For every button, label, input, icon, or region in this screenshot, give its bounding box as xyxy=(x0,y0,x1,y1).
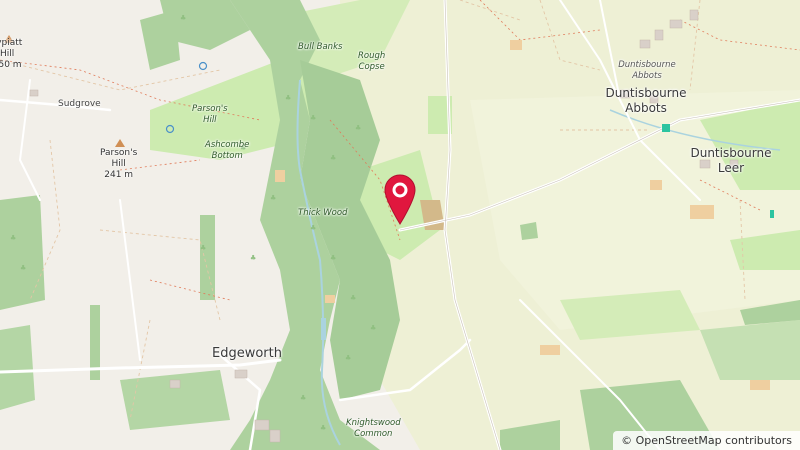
svg-text:♣: ♣ xyxy=(310,114,316,122)
ashcombe-line-1: Ashcombe xyxy=(205,140,250,150)
svg-text:♣: ♣ xyxy=(250,254,256,262)
rough-copse-line-1: Rough xyxy=(358,51,386,61)
feature-bull-banks: Bull Banks xyxy=(298,42,343,52)
feature-knightswood-common: Knightswood Common xyxy=(346,418,401,440)
svg-text:♣: ♣ xyxy=(180,14,186,22)
place-duntisbourne-abbots: Duntisbourne Abbots xyxy=(604,86,688,116)
attribution-text[interactable]: © OpenStreetMap contributors xyxy=(621,434,792,447)
peak-lypiatt-label: Lypiatt Hill 250 m xyxy=(0,38,22,71)
attribution: © OpenStreetMap contributors xyxy=(613,431,800,450)
peak-parsons-label: Parson's Hill 241 m xyxy=(100,148,137,181)
svg-text:♣: ♣ xyxy=(355,124,361,132)
svg-text:♣: ♣ xyxy=(20,264,26,272)
place-duntisbourne-leer: Duntisbourne Leer xyxy=(686,146,776,176)
feature-rough-copse: Rough Copse xyxy=(358,51,385,73)
svg-text:♣: ♣ xyxy=(200,244,206,252)
duntisbourne-leer-line-1: Duntisbourne xyxy=(690,146,772,160)
parsons-name-line-1: Parson's xyxy=(100,148,138,158)
lypiatt-name-line-2: Hill xyxy=(0,49,15,59)
svg-text:♣: ♣ xyxy=(300,394,306,402)
svg-text:♣: ♣ xyxy=(350,294,356,302)
feature-thick-wood: Thick Wood xyxy=(298,208,348,218)
duntisbourne-abbots-small-line-2: Abbots xyxy=(632,71,662,81)
parsons-elevation: 241 m xyxy=(104,170,134,180)
rough-copse-line-2: Copse xyxy=(358,62,385,72)
svg-text:♣: ♣ xyxy=(330,154,336,162)
duntisbourne-leer-line-2: Leer xyxy=(717,161,745,175)
feature-ashcombe-bottom: Ashcombe Bottom xyxy=(205,140,249,162)
svg-text:♣: ♣ xyxy=(10,234,16,242)
place-sudgrove: Sudgrove xyxy=(58,99,101,109)
place-duntisbourne-abbots-small: Duntisbourne Abbots xyxy=(612,60,682,82)
map-canvas[interactable]: ♣ ♣ ♣ ♣ ♣ ♣ ♣ ♣ ♣ ♣ ♣ ♣ ♣ ♣ ♣ ♣ ♣ ♣ Edgeworth Sudgro… xyxy=(0,0,800,450)
parsons-name-line-2: Hill xyxy=(111,159,126,169)
svg-text:♣: ♣ xyxy=(330,254,336,262)
lypiatt-name-line-1: Lypiatt xyxy=(0,38,23,48)
duntisbourne-abbots-line-1: Duntisbourne xyxy=(605,86,687,100)
svg-text:♣: ♣ xyxy=(270,194,276,202)
knightswood-line-1: Knightswood xyxy=(346,418,401,428)
parsons-hill-wood-line-2: Hill xyxy=(203,115,217,125)
place-edgeworth: Edgeworth xyxy=(212,346,282,361)
lypiatt-elevation: 250 m xyxy=(0,60,22,70)
parsons-hill-wood-line-1: Parson's xyxy=(192,104,228,114)
duntisbourne-abbots-line-2: Abbots xyxy=(625,101,667,115)
svg-text:♣: ♣ xyxy=(310,224,316,232)
duntisbourne-abbots-small-line-1: Duntisbourne xyxy=(618,60,676,70)
svg-text:♣: ♣ xyxy=(285,94,291,102)
ashcombe-line-2: Bottom xyxy=(211,151,243,161)
feature-parsons-hill-wood: Parson's Hill xyxy=(192,104,228,126)
map-pin-icon[interactable] xyxy=(384,174,416,226)
svg-text:♣: ♣ xyxy=(345,354,351,362)
svg-text:♣: ♣ xyxy=(320,424,326,432)
svg-text:♣: ♣ xyxy=(370,324,376,332)
knightswood-line-2: Common xyxy=(354,429,393,439)
